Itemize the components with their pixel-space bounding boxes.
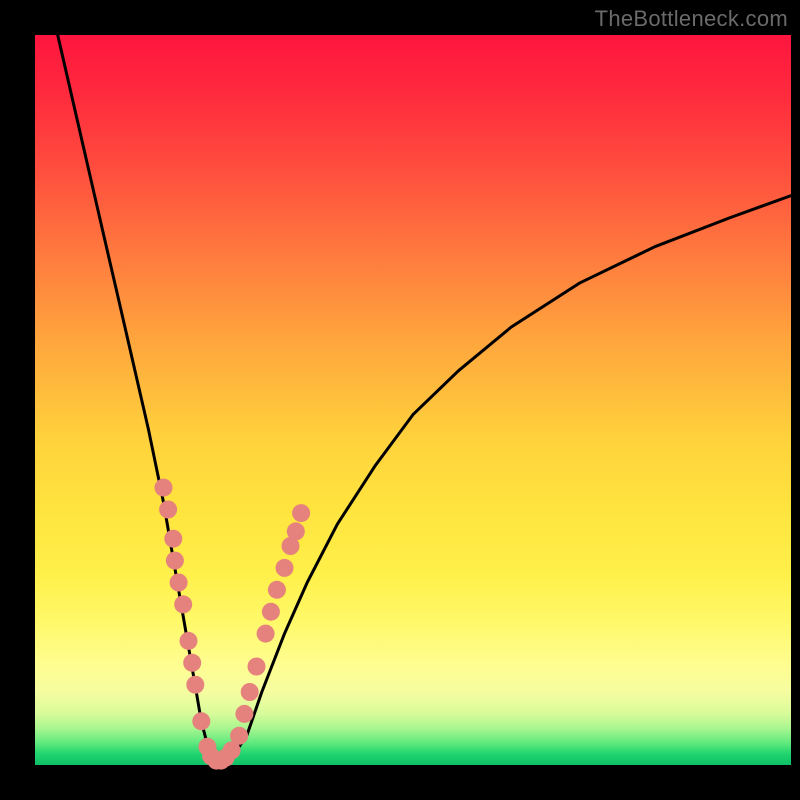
highlight-dot: [170, 574, 188, 592]
highlight-dot: [262, 603, 280, 621]
highlight-dot: [183, 654, 201, 672]
highlight-dot: [166, 552, 184, 570]
outer-black-frame: TheBottleneck.com: [0, 0, 800, 800]
highlight-dot: [287, 522, 305, 540]
highlight-dot: [257, 625, 275, 643]
highlight-dot: [230, 727, 248, 745]
highlight-dot: [241, 683, 259, 701]
watermark-text: TheBottleneck.com: [595, 6, 788, 32]
highlight-dot: [248, 658, 266, 676]
highlight-dot: [292, 504, 310, 522]
highlight-dot: [155, 479, 173, 497]
highlight-dot: [180, 632, 198, 650]
curve-layer: [35, 35, 791, 765]
highlight-dot: [186, 676, 204, 694]
highlight-dot: [235, 705, 253, 723]
highlight-dot: [164, 530, 182, 548]
plot-area: [35, 35, 791, 765]
highlight-dot: [276, 559, 294, 577]
highlight-dot: [174, 595, 192, 613]
bottleneck-curve: [58, 35, 791, 761]
highlight-dot: [159, 501, 177, 519]
highlight-dot: [192, 712, 210, 730]
highlight-dot: [268, 581, 286, 599]
